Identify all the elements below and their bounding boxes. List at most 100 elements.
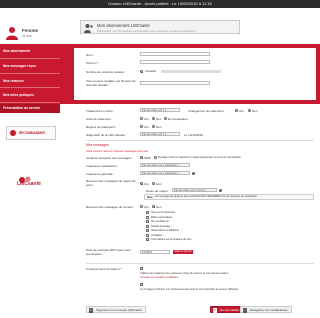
diagnostic-date: Le 10/12/2016 bbox=[184, 133, 204, 137]
canal-sms-radio[interactable] bbox=[140, 156, 143, 159]
unsubscribe-label: Supprimer mon compte LMCsanté bbox=[96, 308, 142, 312]
recommend-box[interactable]: RECOMMANDER bbox=[6, 126, 56, 140]
traitement-label: Traitement en cours : bbox=[86, 109, 115, 113]
theme-label: Actualités bbox=[151, 233, 163, 237]
desc-label: Changement de traitement : bbox=[188, 109, 226, 113]
recommend-label: RECOMMANDER bbox=[19, 131, 45, 135]
theme-label: Effets secondaires bbox=[151, 215, 173, 219]
arret-prep-radio[interactable] bbox=[164, 117, 167, 120]
arret-prep-label: En préparation bbox=[168, 117, 188, 121]
user-icon bbox=[6, 27, 18, 40]
page-header: Mon abonnement LMCsanté Paramétrez vos i… bbox=[80, 20, 240, 34]
consent-text-2: Je m'engage à informer mon professionnel… bbox=[140, 288, 239, 291]
date-input[interactable]: 1/2/2017 bbox=[140, 250, 170, 255]
nom-input[interactable] bbox=[140, 52, 210, 57]
prenom-input[interactable] bbox=[140, 60, 210, 65]
sidebar-item-messages[interactable]: Mes messages reçus bbox=[0, 59, 60, 74]
diagnostic-select[interactable]: Pas de valeur sur 1 ▾ bbox=[140, 132, 180, 137]
conseil-non-label: Non bbox=[156, 205, 162, 209]
conseils-label: Recevoir des messages de conseil : bbox=[86, 205, 135, 209]
canal-vocal-radio[interactable] bbox=[154, 156, 157, 159]
arret-oui-radio[interactable] bbox=[140, 117, 143, 120]
notif-label: Nombre de relances pulsées : bbox=[86, 70, 126, 74]
theme-label: Vie quotidienne bbox=[151, 220, 169, 223]
theme-checkbox[interactable] bbox=[146, 233, 149, 237]
save-label: Enregistrer les modifications bbox=[250, 308, 288, 312]
recevoir-non-radio[interactable] bbox=[152, 182, 155, 185]
cancel-button[interactable]: ✕ Ne rien valider bbox=[210, 306, 244, 313]
note-label: Note : bbox=[147, 196, 155, 200]
info-icon[interactable]: i bbox=[192, 171, 195, 175]
desc-non-radio[interactable] bbox=[248, 109, 251, 112]
theme-checkbox[interactable] bbox=[146, 229, 149, 232]
desc-oui-label: Oui bbox=[239, 109, 244, 113]
users-icon bbox=[84, 24, 93, 33]
consent-checkbox-1[interactable] bbox=[140, 267, 143, 270]
conseil-oui-label: Oui bbox=[144, 205, 149, 209]
section-divider bbox=[86, 140, 314, 141]
secu-input[interactable] bbox=[140, 81, 210, 86]
regime-oui-radio[interactable] bbox=[140, 125, 143, 128]
sidebar-item-presentation[interactable]: Présentation du service bbox=[0, 104, 60, 113]
theme-checkbox[interactable] bbox=[146, 224, 149, 228]
arret-label: Arrêt de traitement : bbox=[86, 117, 113, 121]
recevoir-oui-radio[interactable] bbox=[140, 182, 143, 185]
regime-non-radio[interactable] bbox=[152, 125, 155, 128]
note-text: Les messages de rappel de prise sont ENV… bbox=[155, 196, 257, 199]
recevoir-label: Recevoir des messages de rappel de prise… bbox=[86, 179, 136, 187]
messages-section-link[interactable]: Vous pouvez recevoir certains messages p… bbox=[86, 149, 148, 153]
consent-text-1: J'affirme être totalement être pleinemen… bbox=[140, 272, 229, 275]
sidebar-item-infos[interactable]: Mes infos pratiques bbox=[0, 88, 60, 104]
secu-label: Vous pouvez modifier vos Numéro de Sécur… bbox=[86, 79, 136, 87]
diagnostic-label: Diagnostic de la LMC déclaré : bbox=[86, 133, 127, 137]
cancel-label: Ne rien valider bbox=[220, 308, 240, 312]
canal-label: Canal de réception des messages : bbox=[86, 156, 134, 160]
theme-label: Observance et adhésion bbox=[151, 229, 180, 232]
theme-checkbox[interactable] bbox=[146, 220, 149, 223]
heure-label: Heure de rappel : bbox=[146, 189, 170, 193]
patient-name: Femme bbox=[22, 28, 39, 33]
notif-radio[interactable] bbox=[140, 70, 143, 73]
theme-checkbox[interactable] bbox=[146, 238, 149, 241]
sidebar-item-abonnement[interactable]: Mon abonnement bbox=[0, 44, 60, 59]
page-subtitle: Paramétrez vos informations personnelles… bbox=[97, 28, 196, 33]
theme-label: Activité physique bbox=[151, 224, 171, 228]
note-box: Note : Les messages de rappel de prise s… bbox=[144, 194, 314, 200]
heure-info-icon[interactable]: i bbox=[219, 188, 222, 192]
regime-label: Régime de traitement : bbox=[86, 125, 117, 129]
frequence2-label: Fréquence générale : bbox=[86, 172, 115, 176]
logo-text: LMCsanté bbox=[17, 181, 41, 187]
recevoir-oui-label: Oui bbox=[144, 182, 149, 186]
arret-oui-label: Oui bbox=[144, 117, 149, 121]
prenom-label: Prénom * : bbox=[86, 61, 101, 65]
save-button[interactable]: ✓ Enregistrer les modifications bbox=[240, 306, 292, 313]
conseil-oui-radio[interactable] bbox=[140, 205, 143, 208]
notif-value: Conseiller bbox=[145, 70, 157, 73]
conseil-non-radio[interactable] bbox=[152, 205, 155, 208]
page-title: Mon abonnement LMCsanté bbox=[97, 23, 150, 28]
consent-checkbox-2[interactable] bbox=[140, 283, 143, 286]
app-window: Dossier LMCsanté - Accès patient - Le 19… bbox=[0, 0, 320, 318]
check-icon: ✓ bbox=[242, 308, 247, 313]
close-icon: ✕ bbox=[212, 308, 217, 313]
desc-oui-radio[interactable] bbox=[235, 109, 238, 112]
recommend-icon bbox=[10, 130, 16, 136]
arret-non-radio[interactable] bbox=[152, 117, 155, 120]
window-titlebar: Dossier LMCsanté - Accès patient - Le 19… bbox=[0, 0, 320, 8]
theme-checkbox[interactable] bbox=[146, 215, 149, 219]
recevoir-non-label: Non bbox=[156, 182, 162, 186]
desc-non-label: Non bbox=[252, 109, 258, 113]
consent-label: Consentement du patient * : bbox=[86, 267, 124, 271]
sidebar-item-relances[interactable]: Mes relances bbox=[0, 74, 60, 89]
theme-checkbox[interactable] bbox=[146, 211, 149, 214]
patient-age: 41 ans bbox=[22, 34, 32, 38]
consent-link[interactable]: Consulter les Conditions d'utilisation bbox=[140, 276, 178, 279]
date-label: Date de première RDV avec votre prescrip… bbox=[86, 248, 132, 256]
frequence-select[interactable]: Pas de valeur sur 1 fréquence ▾ bbox=[140, 163, 190, 168]
heure-select[interactable]: Pas de valeur sur 1 heure ▾ bbox=[172, 188, 217, 193]
nom-label: Nom : bbox=[86, 53, 95, 57]
frequence2-select[interactable]: Pas de valeur sur 1 fréquence ▾ bbox=[140, 171, 190, 176]
traitement-select[interactable]: Pas de valeur sur 1 ▾ bbox=[140, 108, 180, 113]
unsubscribe-button[interactable]: ✕ Supprimer mon compte LMCsanté bbox=[86, 306, 146, 313]
notif-slider[interactable] bbox=[161, 70, 221, 73]
